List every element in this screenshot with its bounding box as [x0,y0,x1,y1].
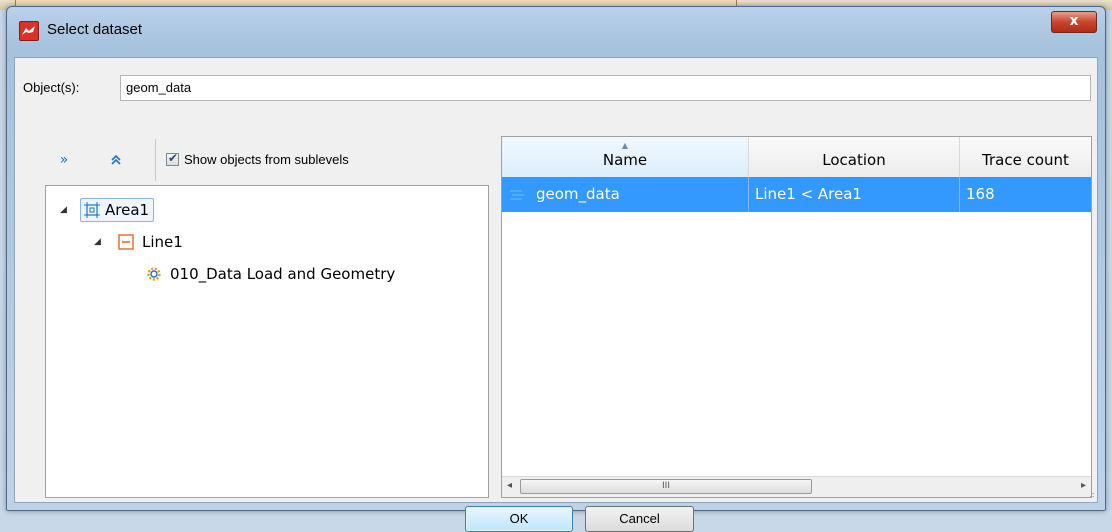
double-chevron-right-icon: » [59,152,69,168]
cancel-button[interactable]: Cancel [585,506,694,532]
scroll-left-icon[interactable]: ◂ [507,480,512,491]
double-chevron-up-icon [111,154,121,165]
dataset-icon [510,190,524,200]
select-dataset-dialog: Select dataset x Object(s): geom_data » … [6,6,1106,532]
dataset-table: ▲ Name Location Trace count geom_data Li… [501,136,1092,498]
column-header-name[interactable]: ▲ Name [502,137,749,177]
object-tree: ◢ Area1 ◢ Line1 010_Data Load and Geomet… [45,185,489,498]
tree-item-label: 010_Data Load and Geometry [170,265,396,283]
collapse-all-button[interactable] [105,149,127,171]
expanded-triangle-icon[interactable]: ◢ [60,198,67,222]
cell-name: geom_data [502,177,749,212]
dialog-title: Select dataset [47,21,143,38]
dialog-body: Object(s): geom_data » ✔ Show objects fr… [14,57,1098,532]
tree-toolbar: » ✔ Show objects from sublevels [39,135,493,185]
expanded-triangle-icon[interactable]: ◢ [94,230,101,254]
cell-text: geom_data [536,185,620,203]
ok-button[interactable]: OK [465,506,573,532]
tree-item-label: Area1 [105,201,150,219]
resize-grip-icon[interactable]: .:: [1089,490,1095,499]
close-button[interactable]: x [1051,11,1097,33]
gear-icon [147,267,161,281]
scrollbar-thumb[interactable]: III [520,479,812,494]
grip-icon: III [662,481,670,491]
checkmark-icon: ✔ [168,151,179,165]
column-header-location[interactable]: Location [749,137,960,177]
area-icon [84,202,100,218]
table-row[interactable]: geom_data Line1 < Area1 168 [502,177,1091,212]
column-header-label: Location [822,151,886,169]
column-header-trace-count[interactable]: Trace count [960,137,1091,177]
expand-all-button[interactable]: » [53,149,75,171]
column-header-label: Trace count [982,151,1069,169]
cell-location: Line1 < Area1 [749,177,960,212]
close-icon: x [1069,13,1079,29]
title-bar[interactable]: Select dataset x [7,7,1105,53]
tree-item-area1-selection: Area1 [80,198,155,222]
toolbar-divider [155,139,156,181]
tree-item-label: Line1 [142,233,183,251]
show-sublevels-label[interactable]: Show objects from sublevels [184,152,349,167]
show-sublevels-checkbox[interactable]: ✔ [166,151,179,166]
objects-input[interactable]: geom_data [120,75,1091,101]
app-icon [19,21,39,41]
line-icon [118,234,134,250]
horizontal-scrollbar[interactable]: ◂ III ▸ [502,476,1091,497]
sort-ascending-icon: ▲ [621,141,629,150]
objects-label: Object(s): [23,80,80,95]
scroll-right-icon[interactable]: ▸ [1081,480,1086,491]
cell-trace-count: 168 [966,185,995,203]
table-header: ▲ Name Location Trace count [502,137,1091,178]
